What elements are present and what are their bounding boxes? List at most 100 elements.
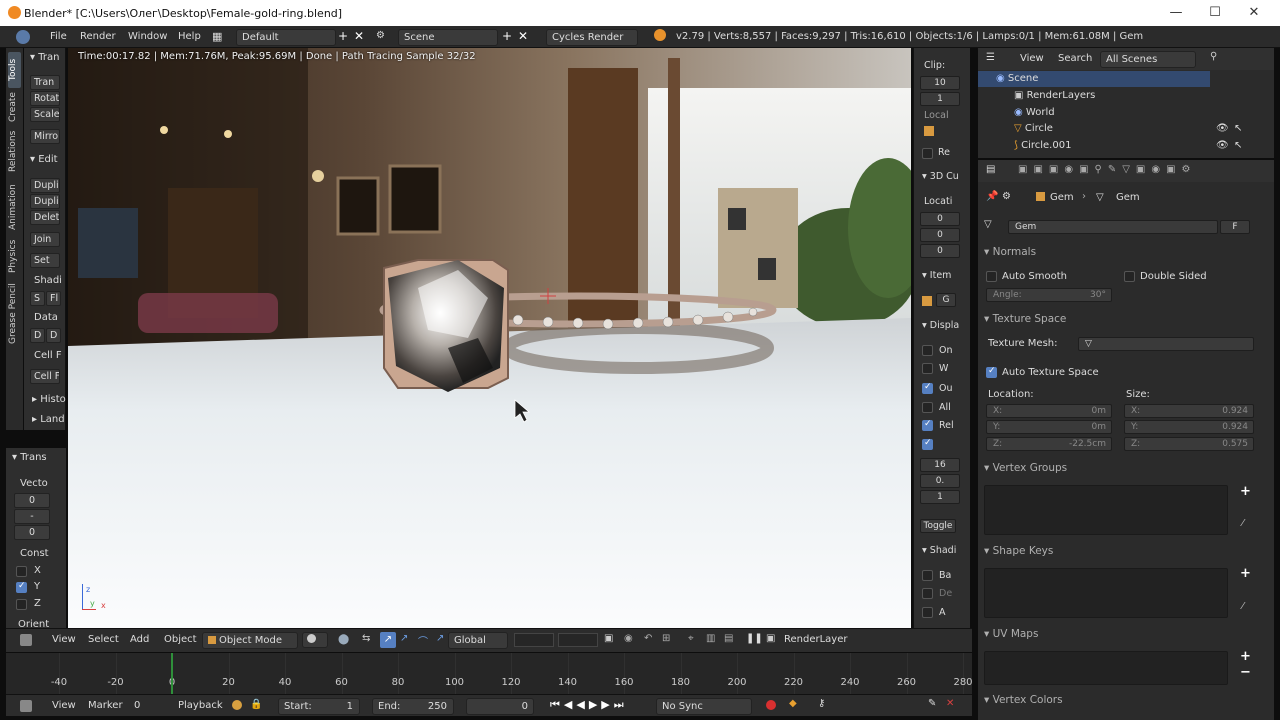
landscape-panel-header[interactable]: ▸ Land xyxy=(32,414,65,425)
menu-help[interactable]: Help xyxy=(178,31,201,42)
display-outline-checkbox[interactable] xyxy=(922,382,933,394)
info-editor-icon[interactable] xyxy=(16,30,30,44)
grid-scale-field[interactable]: 0. xyxy=(920,474,960,488)
rotate-manipulator-icon[interactable]: ↗ xyxy=(400,633,408,644)
scale-manipulator-icon[interactable]: ⌒ xyxy=(418,633,428,648)
cell-fracture-button[interactable]: Cell F xyxy=(30,369,60,384)
double-sided-checkbox[interactable] xyxy=(1124,271,1135,282)
lock-layers-icon[interactable]: ▣ xyxy=(604,633,613,644)
constraint-z-checkbox[interactable] xyxy=(16,599,27,610)
minimize-button[interactable]: — xyxy=(1164,4,1188,22)
join-button[interactable]: Join xyxy=(30,232,60,247)
pivot-point-icon[interactable]: ⬤ xyxy=(338,634,349,645)
keyframe-icon[interactable]: ◆ xyxy=(789,698,797,709)
scene-selector[interactable]: Scene xyxy=(398,29,498,46)
duplicate-linked-button[interactable]: Dupli xyxy=(30,194,60,209)
proportional-edit-icon[interactable]: ◉ xyxy=(624,633,633,644)
orientation-selector[interactable]: Global xyxy=(448,632,508,649)
menu-render[interactable]: Render xyxy=(80,31,116,42)
add-shape-key-button[interactable]: + xyxy=(1240,566,1251,581)
delete-layout-icon[interactable]: ✕ xyxy=(354,29,364,43)
3d-viewport[interactable]: z y x xyxy=(68,48,911,628)
display-relationship-checkbox[interactable] xyxy=(922,419,933,431)
mirror-button[interactable]: Mirro xyxy=(30,129,60,144)
shape-keys-list[interactable] xyxy=(984,568,1228,618)
constraint-y-checkbox[interactable] xyxy=(16,581,27,593)
edit-panel-header[interactable]: ▾ Edit xyxy=(30,154,58,165)
render-layer-name[interactable]: RenderLayer xyxy=(784,634,847,645)
delete-button[interactable]: Delet xyxy=(30,210,60,225)
add-scene-icon[interactable]: + xyxy=(502,29,512,43)
shade-flat-button[interactable]: Fl xyxy=(46,291,61,306)
render-border-checkbox[interactable] xyxy=(922,148,933,159)
vertex-colors-panel-header[interactable]: ▾ Vertex Colors xyxy=(984,694,1063,706)
delete-keyframe-icon[interactable]: ✕ xyxy=(946,698,954,709)
menu-file[interactable]: File xyxy=(50,31,67,42)
item-name-field[interactable]: G xyxy=(936,293,956,307)
texture-mesh-field[interactable]: ▽ xyxy=(1078,337,1254,351)
keying-icon[interactable] xyxy=(232,700,242,710)
selectability-arrow-icon-2[interactable]: ↖ xyxy=(1234,140,1242,151)
outliner-menu-view[interactable]: View xyxy=(1020,53,1044,64)
menu-view[interactable]: View xyxy=(52,634,76,645)
auto-smooth-checkbox[interactable] xyxy=(986,271,997,282)
ambient-occlusion-checkbox[interactable] xyxy=(922,607,933,618)
outliner-menu-search[interactable]: Search xyxy=(1058,53,1092,64)
snap-toggle-icon[interactable]: ↶ xyxy=(644,633,652,644)
lock-time-icon[interactable]: 🔒 xyxy=(250,699,262,710)
timeline-editor-type-icon[interactable] xyxy=(20,700,32,712)
mode-selector[interactable]: Object Mode xyxy=(202,632,298,649)
duplicate-button[interactable]: Dupli xyxy=(30,178,60,193)
delete-scene-icon[interactable]: ✕ xyxy=(518,29,528,43)
clip-start-field[interactable]: 10 xyxy=(920,76,960,90)
set-origin-button[interactable]: Set xyxy=(30,253,60,268)
timeline-menu-playback[interactable]: Playback xyxy=(178,700,223,711)
pin-icon[interactable]: 📌 xyxy=(986,191,998,202)
vector-z-field[interactable]: 0 xyxy=(14,525,50,540)
shape-keys-panel-header[interactable]: ▾ Shape Keys xyxy=(984,545,1053,557)
insert-keyframe-icon[interactable]: ✎ xyxy=(928,698,936,709)
history-panel-header[interactable]: ▸ Histo xyxy=(32,394,66,405)
snap-target-icon[interactable]: ⌖ xyxy=(688,633,694,644)
vertex-groups-panel-header[interactable]: ▾ Vertex Groups xyxy=(984,462,1067,474)
sync-mode-selector[interactable]: No Sync xyxy=(656,698,752,715)
render-region-icon[interactable]: ▥ xyxy=(706,633,715,644)
cursor-z-field[interactable]: 0 xyxy=(920,244,960,258)
start-frame-field[interactable]: Start: 1 xyxy=(278,698,360,715)
vector-y-field[interactable]: - xyxy=(14,509,50,524)
menu-window[interactable]: Window xyxy=(128,31,167,42)
timeline-menu-marker[interactable]: Marker xyxy=(88,700,123,711)
outliner-item-circle[interactable]: ▽ Circle xyxy=(1014,123,1053,134)
current-frame-indicator[interactable] xyxy=(171,653,173,694)
grid-lines-field[interactable]: 16 xyxy=(920,458,960,472)
timeline-menu-frame[interactable]: 0 xyxy=(134,700,140,711)
outliner-editor-icon[interactable]: ☰ xyxy=(986,52,995,63)
texture-space-panel-header[interactable]: ▾ Texture Space xyxy=(984,313,1066,325)
display-only-render-checkbox[interactable] xyxy=(922,345,933,356)
clip-end-field[interactable]: 1 xyxy=(920,92,960,106)
visibility-eye-icon[interactable]: 👁 xyxy=(1216,123,1229,134)
vector-x-field[interactable]: 0 xyxy=(14,493,50,508)
menu-select[interactable]: Select xyxy=(88,634,119,645)
outliner-item-renderlayers[interactable]: ▣ RenderLayers xyxy=(1014,90,1095,101)
properties-editor-icon[interactable]: ▤ xyxy=(986,164,995,175)
translate-manipulator-icon[interactable]: ↗ xyxy=(380,632,396,648)
shade-smooth-button[interactable]: S xyxy=(30,291,45,306)
uv-maps-list[interactable] xyxy=(984,651,1228,685)
playback-controls[interactable]: ⏮◀◀▶▶⏭ xyxy=(550,698,628,712)
close-button[interactable]: ✕ xyxy=(1242,4,1266,22)
grid-subdivisions-field[interactable]: 1 xyxy=(920,490,960,504)
outliner-item-scene[interactable]: ◉ Scene xyxy=(996,73,1038,84)
render-preview-icon[interactable]: ▤ xyxy=(724,633,733,644)
snap-element-icon[interactable]: ⊞ xyxy=(662,633,670,644)
layout-grid-icon[interactable]: ▦ xyxy=(212,30,222,43)
tab-create[interactable]: Create xyxy=(8,92,21,122)
vertex-group-specials-icon[interactable]: ⁄ xyxy=(1242,518,1244,529)
data-button-2[interactable]: D xyxy=(46,328,61,343)
display-wire-checkbox[interactable] xyxy=(922,363,933,374)
transform-panel-header[interactable]: ▾ Tran xyxy=(30,52,59,63)
normals-panel-header[interactable]: ▾ Normals xyxy=(984,246,1036,258)
layout-selector[interactable]: Default xyxy=(236,29,336,46)
location-x-field[interactable]: X: 0m xyxy=(986,404,1112,418)
tab-animation[interactable]: Animation xyxy=(8,182,21,232)
